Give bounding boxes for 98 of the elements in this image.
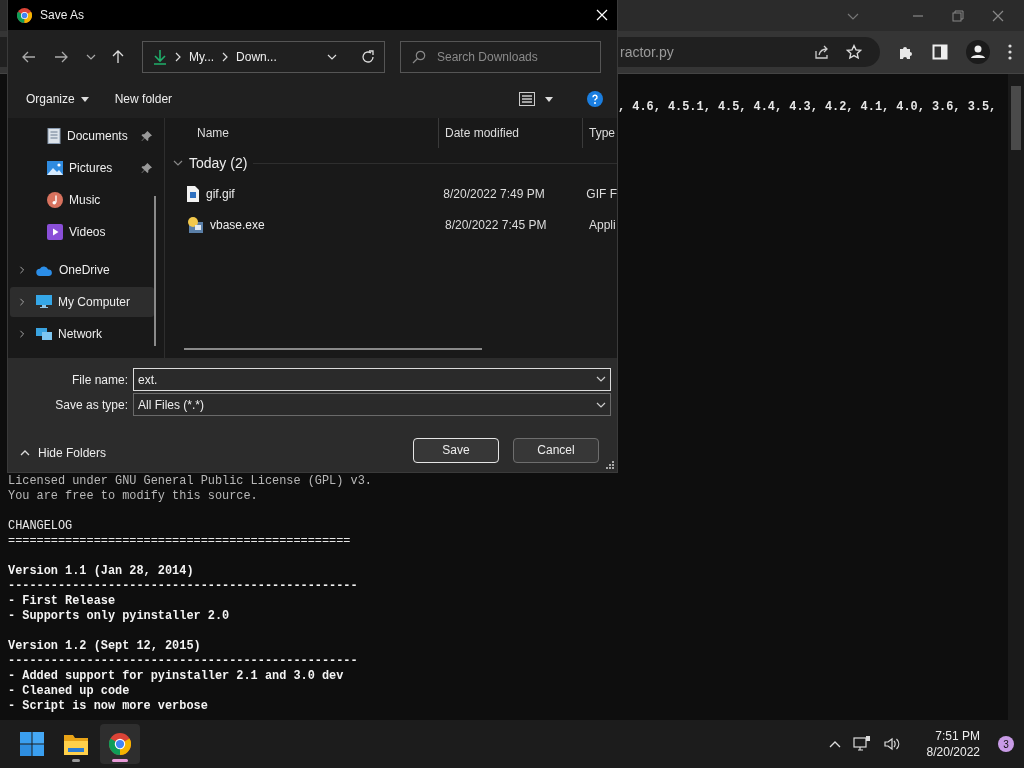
chevron-right-icon [175, 52, 181, 62]
code-line: Version 1.2 (Sept 12, 2015) [8, 639, 202, 654]
column-header[interactable]: Date modified [439, 118, 583, 148]
scrollbar[interactable] [184, 348, 482, 350]
puzzle-icon[interactable] [898, 44, 914, 60]
start-icon[interactable] [20, 732, 44, 756]
chevron-up-icon[interactable] [828, 740, 841, 748]
dialog-button[interactable]: Cancel [513, 437, 599, 463]
refresh-icon[interactable] [361, 50, 375, 64]
search-field[interactable]: Search Downloads [400, 41, 601, 73]
scrollbar[interactable] [1008, 74, 1024, 720]
field-label: Save as type: [54, 397, 129, 412]
code-line: ------------------------------------------------- [8, 579, 359, 594]
file-type-dropdown[interactable]: All Files (*.*) [133, 393, 611, 416]
caret-icon [80, 96, 89, 102]
breadcrumb-item[interactable]: My... [189, 50, 215, 64]
code-line: - Added support for pyinstaller 2.1 and 3.0 dev [8, 669, 345, 684]
taskbar-app[interactable] [100, 724, 140, 764]
scrollbar[interactable] [154, 196, 156, 346]
dropdown-icon[interactable] [596, 376, 606, 382]
window-title: Save As [40, 8, 86, 22]
code-line: - Cleaned up code [8, 684, 131, 699]
file-type: GIF F [586, 186, 617, 201]
toolbar-button[interactable]: New folder [106, 88, 181, 110]
code-line: Version 1.1 (Jan 28, 2014) [8, 564, 195, 579]
dropdown-icon[interactable] [327, 54, 337, 60]
recent-locations-icon[interactable] [86, 54, 96, 60]
sidebar-item[interactable]: Music [10, 185, 154, 215]
address-bar[interactable]: My... Down... [142, 41, 385, 73]
column-header[interactable]: Name [165, 118, 439, 148]
network-icon [36, 326, 52, 342]
chrome-icon[interactable] [109, 733, 131, 755]
network-icon[interactable] [852, 736, 871, 752]
code-line: CHANGELOG [8, 519, 74, 534]
file-name-field[interactable]: ext. [133, 368, 611, 391]
code-line: ================================================ [8, 534, 352, 549]
search-icon [412, 50, 426, 64]
chevron-icon[interactable] [18, 298, 26, 306]
restore-icon[interactable] [952, 9, 964, 22]
code-line: , 4.6, 4.5.1, 4.5, 4.4, 4.3, 4.2, 4.1, 4.0, 3.6, 3.5, [618, 100, 998, 115]
date-modified: 8/20/2022 7:45 PM [445, 217, 548, 232]
code-line: - First Release [8, 594, 117, 609]
file-name: gif.gif [206, 186, 235, 201]
up-icon[interactable] [112, 50, 124, 64]
column-header[interactable]: Type [583, 118, 615, 148]
chevron-icon[interactable] [173, 158, 183, 168]
monitor-icon [36, 294, 52, 310]
resize-grip-icon[interactable] [606, 461, 614, 469]
sidebar-item[interactable]: OneDrive [10, 255, 154, 285]
back-icon[interactable] [22, 51, 36, 63]
file-row[interactable]: vbase.exe 8/20/2022 7:45 PM Appli [165, 209, 617, 240]
caret-icon[interactable] [545, 96, 553, 102]
code-line: You are free to modify this source. [8, 489, 259, 504]
sidebar-item[interactable]: My Computer [10, 287, 154, 317]
chevron-icon[interactable] [18, 330, 26, 338]
chevron-right-icon [222, 52, 229, 62]
sidebar-item[interactable]: Documents [10, 121, 154, 151]
cloud-icon [36, 264, 53, 276]
forward-icon[interactable] [54, 51, 68, 63]
side-panel-icon[interactable] [932, 44, 948, 60]
code-line: - Script is now more verbose [8, 699, 209, 714]
chevron-icon[interactable] [18, 266, 26, 274]
sidebar-item[interactable]: Network [10, 319, 154, 349]
image-file-icon [187, 185, 199, 202]
application-icon [187, 216, 203, 233]
profile-icon[interactable] [966, 40, 990, 64]
music-icon [47, 192, 63, 208]
file-row[interactable]: gif.gif 8/20/2022 7:49 PM GIF F [165, 178, 617, 209]
help-icon[interactable] [587, 91, 603, 107]
view-options-icon[interactable] [519, 92, 535, 106]
breadcrumb-item[interactable]: Down... [236, 50, 277, 64]
date-modified: 8/20/2022 7:49 PM [443, 186, 546, 201]
star-icon[interactable] [846, 44, 862, 60]
notification-badge[interactable]: 3 [998, 736, 1014, 752]
share-icon[interactable] [814, 44, 830, 60]
document-icon [47, 128, 61, 144]
dialog-button[interactable]: Save [413, 437, 499, 463]
chevron-up-icon [20, 450, 30, 456]
clock[interactable]: 7:51 PM 8/20/2022 [926, 728, 980, 760]
code-line: - Supports only pyinstaller 2.0 [8, 609, 231, 624]
dropdown-icon [596, 401, 606, 408]
hide-folders-button[interactable]: Hide Folders [16, 442, 111, 464]
code-line: ------------------------------------------------- [8, 654, 359, 669]
file-type: Appli [589, 217, 616, 232]
toolbar-button[interactable]: Organize [18, 88, 97, 110]
chrome-icon [17, 7, 32, 23]
volume-icon[interactable] [882, 736, 901, 752]
sidebar-item[interactable]: Pictures [10, 153, 154, 183]
file-name: vbase.exe [210, 217, 265, 232]
folder-icon[interactable] [64, 733, 88, 755]
picture-icon [47, 160, 63, 176]
download-icon [153, 49, 167, 65]
group-header[interactable]: Today (2) [189, 155, 248, 171]
sidebar-item[interactable]: Videos [10, 217, 154, 247]
menu-icon[interactable] [1008, 44, 1012, 60]
field-label: File name: [70, 372, 129, 387]
video-icon [47, 224, 63, 240]
code-line: Licensed under GNU General Public License (GPL) v3. [8, 474, 373, 489]
